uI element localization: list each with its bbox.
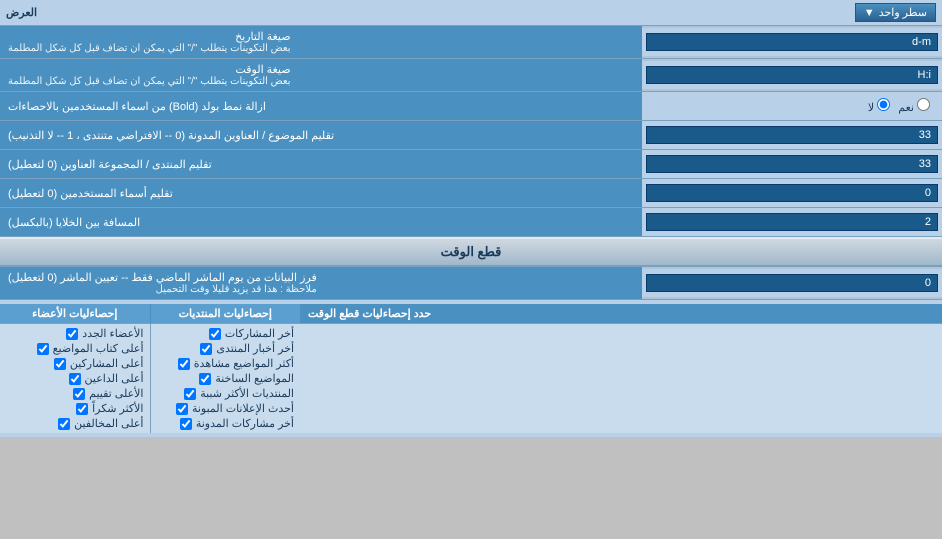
checkbox-members-4[interactable]	[69, 373, 81, 385]
time-format-label: صيغة الوقت بعض التكوينات يتطلب "/" التي …	[0, 59, 642, 91]
checkbox-item: أعلى الداعين	[6, 371, 144, 386]
usernames-trim-input[interactable]	[646, 184, 938, 202]
checkboxes-body: أخر المشاركات أخر أخبار المنتدى أكثر الم…	[0, 324, 942, 433]
dropdown-label: سطر واحد	[879, 6, 927, 19]
bold-remove-input-area: نعم لا	[642, 92, 942, 120]
forum-usernames-input-area	[642, 150, 942, 178]
checkbox-members-1[interactable]	[66, 328, 78, 340]
col-members: الأعضاء الجدد أعلى كتاب المواضيع أعلى ال…	[0, 324, 151, 433]
date-format-row: صيغة التاريخ بعض التكوينات يتطلب "/" الت…	[0, 26, 942, 59]
checkbox-forums-4-label: المواضيع الساخنة	[215, 372, 294, 385]
checkboxes-section: حدد إحصاءليات قطع الوقت إحصاءليات المنتد…	[0, 300, 942, 437]
col-forums: أخر المشاركات أخر أخبار المنتدى أكثر الم…	[151, 324, 301, 433]
checkbox-item: المنتديات الأكثر شببة	[157, 386, 295, 401]
checkboxes-main-header: حدد إحصاءليات قطع الوقت	[300, 304, 942, 323]
cutoff-input-area	[642, 269, 942, 297]
time-format-row: صيغة الوقت بعض التكوينات يتطلب "/" التي …	[0, 59, 942, 92]
display-dropdown[interactable]: سطر واحد ▼	[855, 3, 936, 22]
checkbox-members-2-label: أعلى كتاب المواضيع	[53, 342, 144, 355]
usernames-trim-row: تقليم أسماء المستخدمين (0 لتعطيل)	[0, 179, 942, 208]
col-header-members: إحصاءليات الأعضاء	[0, 304, 151, 323]
checkbox-members-5[interactable]	[73, 388, 85, 400]
bold-radio-no[interactable]	[877, 98, 890, 111]
checkbox-item: المواضيع الساخنة	[157, 371, 295, 386]
topic-titles-label: تقليم الموضوع / العناوين المدونة (0 -- ا…	[0, 121, 642, 149]
usernames-trim-label: تقليم أسماء المستخدمين (0 لتعطيل)	[0, 179, 642, 207]
checkbox-forums-1-label: أخر المشاركات	[225, 327, 294, 340]
cell-spacing-input[interactable]	[646, 213, 938, 231]
cutoff-row: فرز البيانات من يوم الماشر الماضي فقط --…	[0, 267, 942, 300]
cutoff-label-line1: فرز البيانات من يوم الماشر الماضي فقط --…	[8, 271, 317, 284]
topic-titles-input[interactable]	[646, 126, 938, 144]
time-format-input-area	[642, 61, 942, 89]
checkbox-item: أعلى المخالفين	[6, 416, 144, 431]
checkbox-forums-3[interactable]	[178, 358, 190, 370]
checkbox-members-1-label: الأعضاء الجدد	[82, 327, 143, 340]
forum-usernames-input[interactable]	[646, 155, 938, 173]
cutoff-label: فرز البيانات من يوم الماشر الماضي فقط --…	[0, 267, 642, 299]
cell-spacing-row: المسافة بين الخلايا (بالبكسل)	[0, 208, 942, 237]
forum-usernames-row: تقليم المنتدى / المجموعة العناوين (0 لتع…	[0, 150, 942, 179]
checkbox-item: أكثر المواضيع مشاهدة	[157, 356, 295, 371]
time-format-input[interactable]	[646, 66, 938, 84]
cutoff-section-header: قطع الوقت	[0, 237, 942, 267]
checkbox-forums-4[interactable]	[199, 373, 211, 385]
cutoff-label-line2: ملاحظة : هذا قد يزيد قليلا وقت التحميل	[8, 284, 317, 295]
checkbox-members-7[interactable]	[58, 418, 70, 430]
checkbox-members-7-label: أعلى المخالفين	[74, 417, 143, 430]
checkbox-item: أخر أخبار المنتدى	[157, 341, 295, 356]
bold-radio-group: نعم لا	[860, 96, 938, 116]
checkbox-members-2[interactable]	[37, 343, 49, 355]
date-format-label-line1: صيغة التاريخ	[8, 30, 291, 43]
checkbox-item: الأكثر شكراً	[6, 401, 144, 416]
top-row: سطر واحد ▼ العرض	[0, 0, 942, 26]
bold-remove-row: نعم لا ازالة نمط بولد (Bold) من اسماء ال…	[0, 92, 942, 121]
cell-spacing-label: المسافة بين الخلايا (بالبكسل)	[0, 208, 642, 236]
bold-radio-no-label[interactable]: لا	[868, 98, 890, 114]
top-row-label: العرض	[6, 6, 37, 19]
checkbox-forums-3-label: أكثر المواضيع مشاهدة	[194, 357, 294, 370]
checkbox-forums-2-label: أخر أخبار المنتدى	[216, 342, 294, 355]
date-format-label-line2: بعض التكوينات يتطلب "/" التي يمكن ان تضا…	[8, 43, 291, 54]
checkbox-item: الأعضاء الجدد	[6, 326, 144, 341]
checkbox-forums-6-label: أحدث الإعلانات المبونة	[192, 402, 294, 415]
checkbox-item: أخر المشاركات	[157, 326, 295, 341]
checkbox-members-6[interactable]	[76, 403, 88, 415]
checkbox-forums-7-label: أخر مشاركات المدونة	[196, 417, 294, 430]
time-format-label-line1: صيغة الوقت	[8, 63, 291, 76]
checkbox-forums-5-label: المنتديات الأكثر شببة	[200, 387, 294, 400]
checkbox-item: أحدث الإعلانات المبونة	[157, 401, 295, 416]
bold-remove-label: ازالة نمط بولد (Bold) من اسماء المستخدمي…	[0, 92, 642, 120]
topic-titles-input-area	[642, 121, 942, 149]
date-format-input[interactable]	[646, 33, 938, 51]
checkbox-item: أخر مشاركات المدونة	[157, 416, 295, 431]
dropdown-arrow-icon: ▼	[864, 7, 875, 19]
cutoff-input[interactable]	[646, 274, 938, 292]
col-header-forums: إحصاءليات المنتديات	[151, 304, 301, 323]
checkbox-item: أعلى كتاب المواضيع	[6, 341, 144, 356]
topic-titles-row: تقليم الموضوع / العناوين المدونة (0 -- ا…	[0, 121, 942, 150]
checkbox-members-6-label: الأكثر شكراً	[92, 402, 143, 415]
usernames-trim-input-area	[642, 179, 942, 207]
bold-radio-yes-label[interactable]: نعم	[898, 98, 930, 114]
bold-radio-yes[interactable]	[917, 98, 930, 111]
date-format-label: صيغة التاريخ بعض التكوينات يتطلب "/" الت…	[0, 26, 642, 58]
checkbox-members-3-label: أعلى المشاركين	[70, 357, 144, 370]
date-format-input-area	[642, 28, 942, 56]
checkbox-forums-2[interactable]	[200, 343, 212, 355]
forum-usernames-label: تقليم المنتدى / المجموعة العناوين (0 لتع…	[0, 150, 642, 178]
checkboxes-label-area	[300, 324, 942, 433]
checkbox-members-4-label: أعلى الداعين	[85, 372, 144, 385]
checkbox-forums-6[interactable]	[176, 403, 188, 415]
checkbox-members-3[interactable]	[54, 358, 66, 370]
checkbox-forums-1[interactable]	[209, 328, 221, 340]
checkbox-item: أعلى المشاركين	[6, 356, 144, 371]
checkbox-forums-7[interactable]	[180, 418, 192, 430]
cell-spacing-input-area	[642, 208, 942, 236]
checkbox-forums-5[interactable]	[184, 388, 196, 400]
time-format-label-line2: بعض التكوينات يتطلب "/" التي يمكن ان تضا…	[8, 76, 291, 87]
checkbox-item: الأعلى تقييم	[6, 386, 144, 401]
checkbox-members-5-label: الأعلى تقييم	[89, 387, 143, 400]
